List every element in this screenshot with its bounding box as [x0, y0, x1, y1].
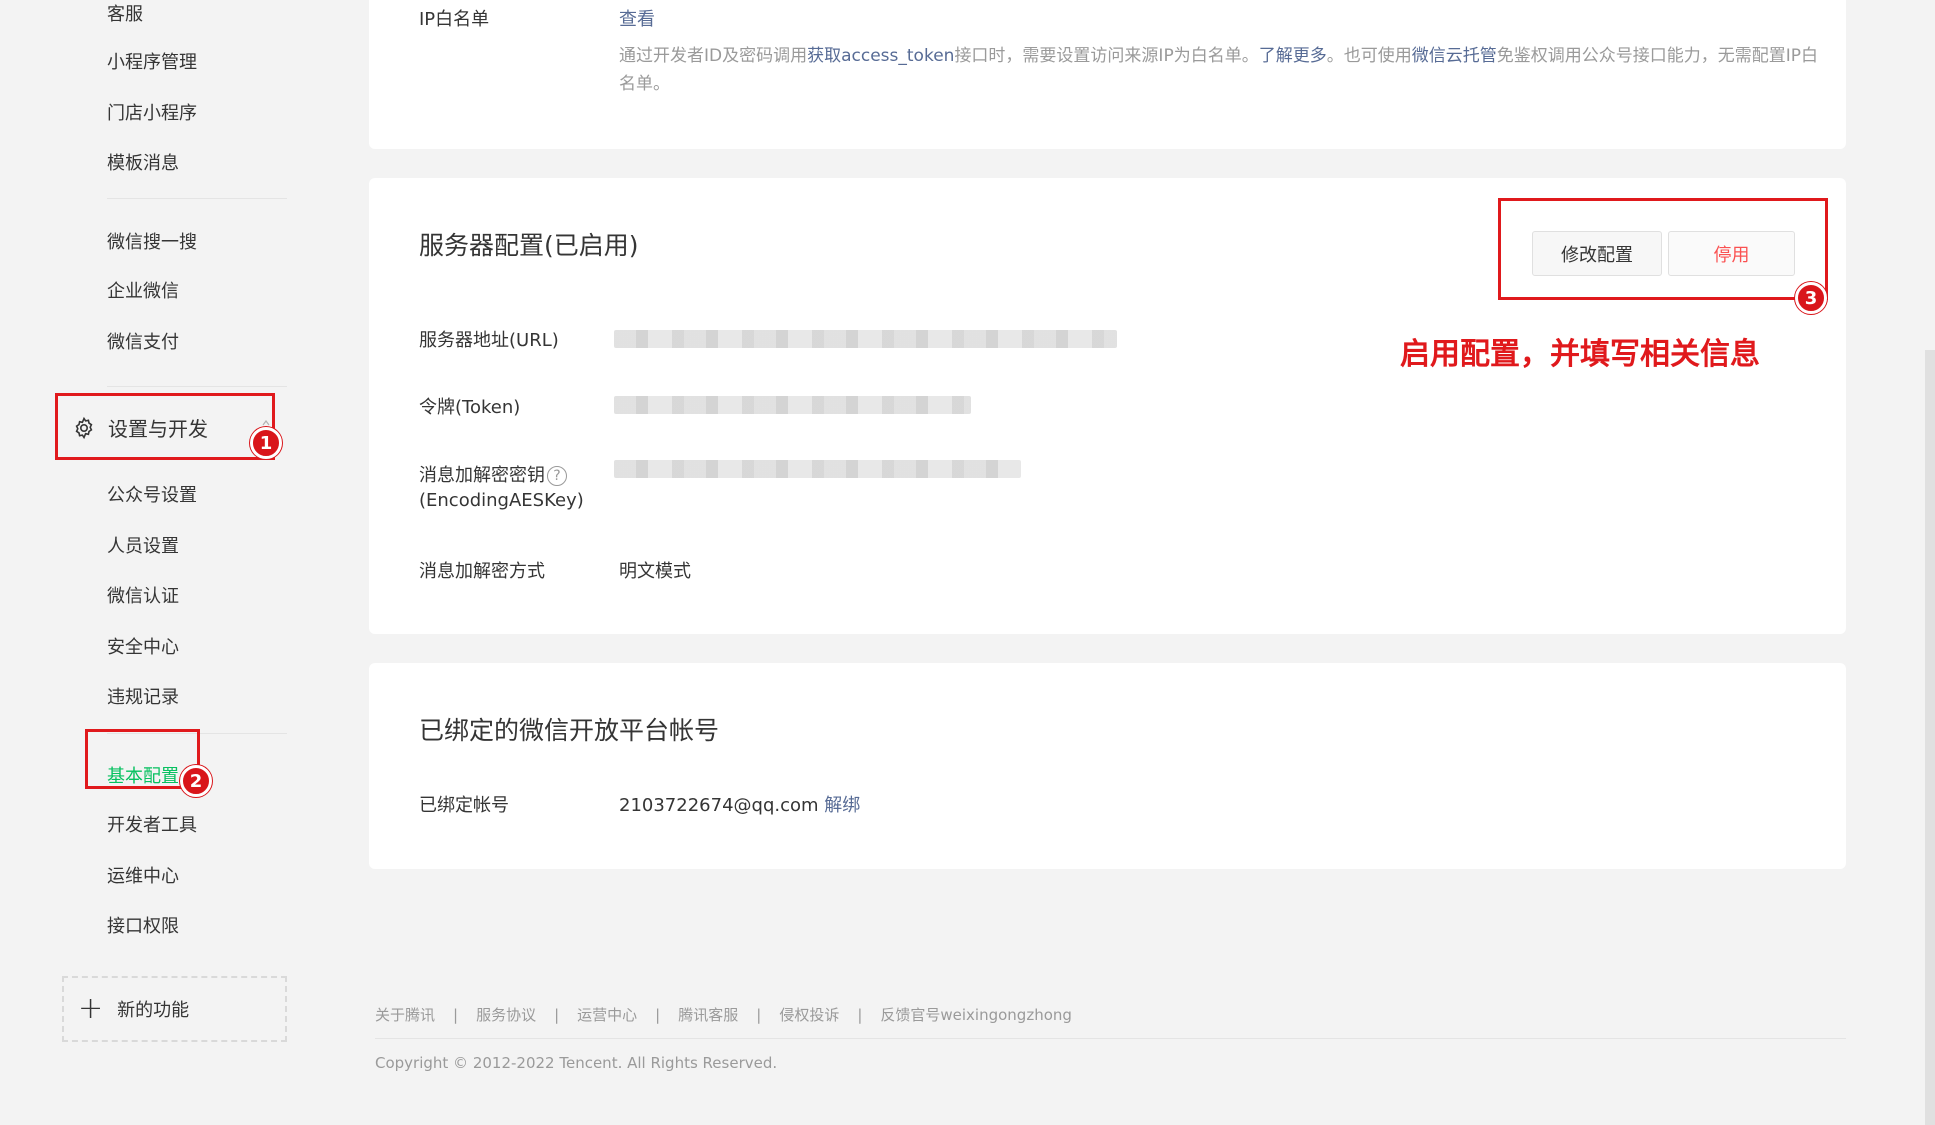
- sidebar-item-api-permissions[interactable]: 接口权限: [107, 912, 179, 938]
- footer-link-support[interactable]: 腾讯客服: [678, 1004, 738, 1025]
- annotation-box-3: [1498, 198, 1828, 300]
- sidebar-item-wecom[interactable]: 企业微信: [107, 277, 179, 303]
- ip-whitelist-label: IP白名单: [419, 9, 490, 30]
- open-platform-title: 已绑定的微信开放平台帐号: [419, 716, 720, 745]
- desc-text: 。也可使用: [1326, 46, 1412, 66]
- desc-text: 通过开发者ID及密码调用: [619, 46, 808, 66]
- footer-links: 关于腾讯 | 服务协议 | 运营中心 | 腾讯客服 | 侵权投诉 | 反馈官号weixin…: [375, 1004, 1072, 1025]
- sidebar-item-mini-program-management[interactable]: 小程序管理: [107, 48, 197, 74]
- footer-link-terms[interactable]: 服务协议: [476, 1004, 536, 1025]
- learn-more-link[interactable]: 了解更多: [1259, 46, 1327, 66]
- new-feature-button[interactable]: + 新的功能: [62, 976, 287, 1042]
- sidebar-item-store-mini-program[interactable]: 门店小程序: [107, 99, 197, 125]
- bound-account-value: 2103722674@qq.com 解绑: [619, 791, 860, 817]
- server-url-label: 服务器地址(URL): [419, 330, 559, 351]
- footer-separator: |: [453, 1005, 459, 1024]
- sidebar-item-wechat-pay[interactable]: 微信支付: [107, 328, 179, 354]
- sidebar-divider: [107, 386, 287, 387]
- annotation-badge-2: 2: [180, 765, 212, 797]
- annotation-note: 启用配置，并填写相关信息: [1400, 337, 1760, 372]
- footer-separator: |: [857, 1005, 863, 1024]
- footer-link-feedback[interactable]: 反馈官号weixingongzhong: [880, 1004, 1072, 1025]
- ip-whitelist-description: 通过开发者ID及密码调用获取access_token接口时，需要设置访问来源IP…: [619, 42, 1819, 98]
- open-platform-card: 已绑定的微信开放平台帐号 已绑定帐号 2103722674@qq.com 解绑: [369, 663, 1846, 869]
- bound-account-email: 2103722674@qq.com: [619, 795, 819, 816]
- footer-separator: |: [756, 1005, 762, 1024]
- annotation-badge-3: 3: [1795, 282, 1827, 314]
- sidebar-item-ops-center[interactable]: 运维中心: [107, 862, 179, 888]
- new-feature-label: 新的功能: [117, 1000, 190, 1021]
- copyright-text: Copyright © 2012-2022 Tencent. All Right…: [375, 1054, 778, 1072]
- footer-link-infringement[interactable]: 侵权投诉: [779, 1004, 839, 1025]
- aes-key-value-blurred: [614, 460, 1021, 478]
- token-value-blurred: [614, 396, 971, 414]
- footer-divider: [375, 1038, 1846, 1039]
- bound-account-label: 已绑定帐号: [419, 795, 509, 816]
- annotation-badge-1: 1: [250, 427, 282, 459]
- server-config-title: 服务器配置(已启用): [419, 231, 639, 260]
- access-token-link[interactable]: 获取access_token: [807, 46, 954, 66]
- ip-whitelist-card: IP白名单 查看 通过开发者ID及密码调用获取access_token接口时，需…: [369, 0, 1846, 149]
- sidebar-item-security-center[interactable]: 安全中心: [107, 633, 179, 659]
- sidebar-item-member-settings[interactable]: 人员设置: [107, 532, 179, 558]
- ip-whitelist-view-link[interactable]: 查看: [619, 5, 655, 31]
- footer-separator: |: [554, 1005, 560, 1024]
- help-icon[interactable]: ?: [547, 466, 567, 486]
- sidebar-item-template-message[interactable]: 模板消息: [107, 149, 179, 175]
- page-scrollbar[interactable]: [1925, 350, 1935, 1125]
- aes-key-label-sub: (EncodingAESKey): [419, 490, 584, 511]
- token-label: 令牌(Token): [419, 397, 521, 418]
- footer-link-ops[interactable]: 运营中心: [577, 1004, 637, 1025]
- aes-key-label-text: 消息加解密密钥: [419, 465, 545, 486]
- sidebar-divider: [107, 198, 287, 199]
- footer-separator: |: [655, 1005, 661, 1024]
- encryption-mode-label: 消息加解密方式: [419, 561, 545, 582]
- annotation-box-1: [55, 393, 275, 460]
- sidebar-item-customer-service[interactable]: 客服: [107, 0, 143, 26]
- encryption-mode-value: 明文模式: [619, 561, 691, 582]
- unbind-link[interactable]: 解绑: [824, 795, 860, 816]
- sidebar-item-wechat-search[interactable]: 微信搜一搜: [107, 228, 197, 254]
- aes-key-label: 消息加解密密钥?: [419, 461, 567, 487]
- sidebar-item-developer-tools[interactable]: 开发者工具: [107, 811, 197, 837]
- plus-icon: +: [78, 991, 104, 1026]
- sidebar-item-wechat-verification[interactable]: 微信认证: [107, 582, 179, 608]
- sidebar: 客服 小程序管理 门店小程序 模板消息 微信搜一搜 企业微信 微信支付 设置与开…: [0, 0, 320, 1125]
- sidebar-item-account-settings[interactable]: 公众号设置: [107, 481, 197, 507]
- desc-text: 接口时，需要设置访问来源IP为白名单。: [954, 46, 1259, 66]
- footer-link-about[interactable]: 关于腾讯: [375, 1004, 435, 1025]
- sidebar-item-violation-records[interactable]: 违规记录: [107, 683, 179, 709]
- server-url-value-blurred: [614, 330, 1117, 348]
- wechat-cloud-hosting-link[interactable]: 微信云托管: [1412, 46, 1497, 66]
